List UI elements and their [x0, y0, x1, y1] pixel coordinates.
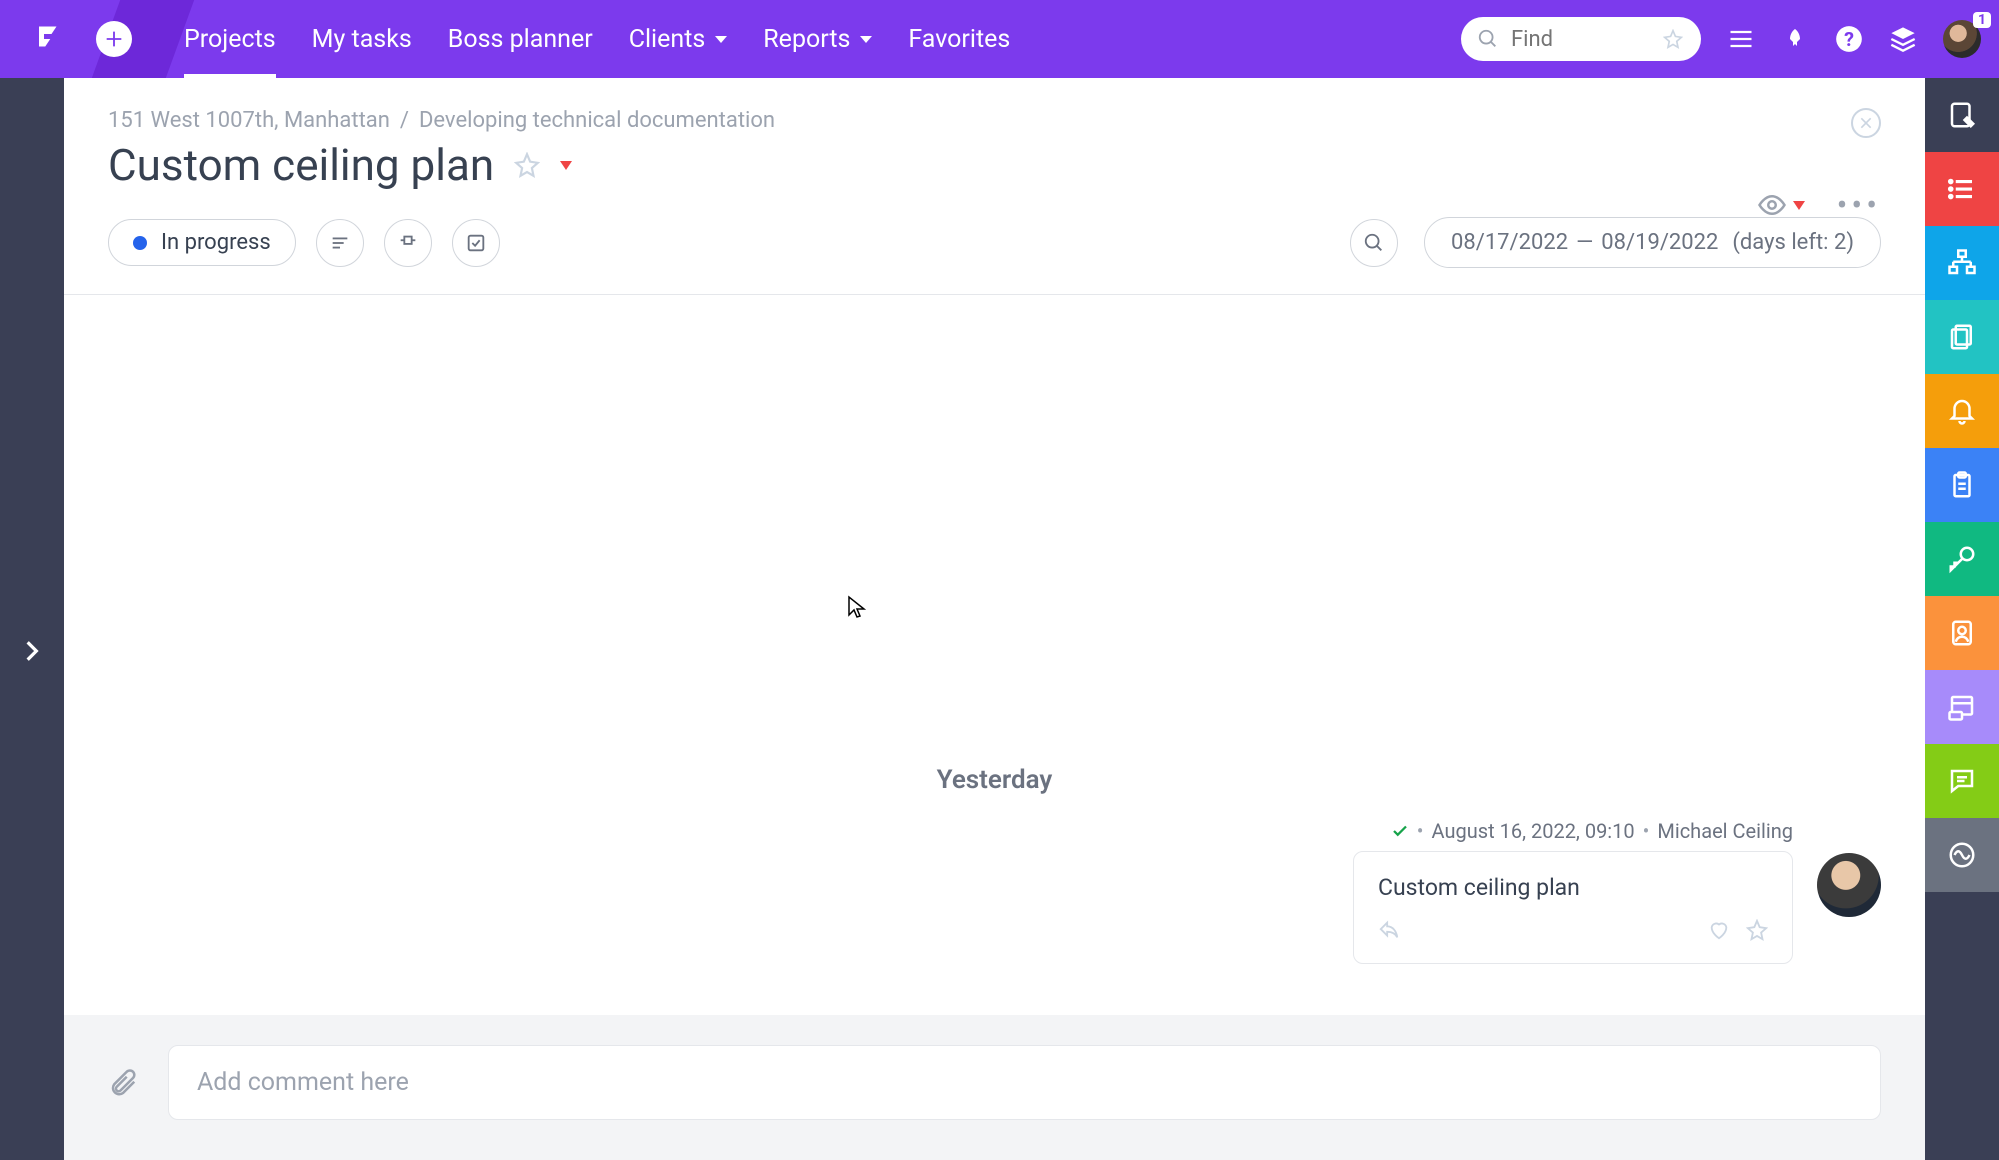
task-header: 151 West 1007th, Manhattan / Developing …	[64, 78, 1925, 191]
nav-right: ? 1	[1461, 17, 1981, 61]
chevron-down-icon	[715, 36, 727, 43]
nav-items: Projects My tasks Boss planner Clients R…	[184, 0, 1010, 78]
search-in-task-button[interactable]	[1350, 219, 1398, 267]
top-nav: Projects My tasks Boss planner Clients R…	[0, 0, 1999, 78]
end-date: 08/19/2022	[1601, 230, 1718, 255]
days-left: (days left: 2)	[1732, 230, 1854, 255]
menu-icon[interactable]	[1727, 25, 1755, 53]
layers-icon[interactable]	[1889, 25, 1917, 53]
message-row: • August 16, 2022, 09:10 • Michael Ceili…	[64, 795, 1925, 964]
date-sep: —	[1576, 230, 1593, 255]
start-date: 08/17/2022	[1451, 230, 1568, 255]
task-toolbar: In progress 08/17/2022 — 08/19/2022 (da	[64, 191, 1925, 295]
rail-clipboard[interactable]	[1925, 448, 1999, 522]
rail-chat[interactable]	[1925, 744, 1999, 818]
rail-edit-note[interactable]	[1925, 78, 1999, 152]
nav-clients[interactable]: Clients	[629, 0, 728, 78]
nav-my-tasks[interactable]: My tasks	[312, 0, 412, 78]
checklist-button[interactable]	[452, 219, 500, 267]
nav-label: My tasks	[312, 25, 412, 54]
feed-day-label: Yesterday	[64, 765, 1925, 795]
attach-icon[interactable]	[108, 1068, 138, 1098]
search-icon	[1477, 28, 1499, 50]
cursor-icon	[846, 595, 866, 619]
status-pill[interactable]: In progress	[108, 219, 296, 266]
check-icon	[1391, 822, 1409, 840]
user-avatar[interactable]: 1	[1943, 20, 1981, 58]
breadcrumb-project[interactable]: 151 West 1007th, Manhattan	[108, 108, 390, 133]
right-rail	[1925, 78, 1999, 1160]
status-label: In progress	[161, 230, 271, 255]
nav-boss-planner[interactable]: Boss planner	[448, 0, 593, 78]
rail-window[interactable]	[1925, 670, 1999, 744]
nav-label: Projects	[184, 25, 276, 54]
nav-label: Favorites	[908, 25, 1010, 54]
status-dot	[133, 236, 147, 250]
add-button[interactable]	[96, 21, 132, 57]
nav-label: Reports	[763, 25, 850, 54]
star-icon[interactable]	[1663, 29, 1683, 49]
rail-contact[interactable]	[1925, 596, 1999, 670]
breadcrumb: 151 West 1007th, Manhattan / Developing …	[108, 108, 1881, 133]
expand-sidebar-button[interactable]	[19, 638, 45, 664]
message-meta: • August 16, 2022, 09:10 • Michael Ceili…	[1391, 819, 1793, 843]
comment-input-wrap[interactable]	[168, 1045, 1881, 1120]
star-icon[interactable]	[1746, 919, 1768, 941]
milestone-button[interactable]	[384, 219, 432, 267]
rail-list[interactable]	[1925, 152, 1999, 226]
chevron-down-icon	[860, 36, 872, 43]
nav-label: Clients	[629, 25, 706, 54]
favorite-star-icon[interactable]	[514, 152, 540, 178]
left-sidebar	[0, 78, 64, 1160]
global-search[interactable]	[1461, 17, 1701, 61]
rail-bell[interactable]	[1925, 374, 1999, 448]
message-text: Custom ceiling plan	[1378, 874, 1768, 901]
rail-files[interactable]	[1925, 300, 1999, 374]
logo-area	[18, 0, 148, 78]
nav-label: Boss planner	[448, 25, 593, 54]
activity-feed: Yesterday • August 16, 2022, 09:10 • Mic…	[64, 295, 1925, 1015]
search-input[interactable]	[1511, 27, 1651, 52]
message-bubble[interactable]: Custom ceiling plan	[1353, 851, 1793, 964]
rail-org-chart[interactable]	[1925, 226, 1999, 300]
notification-badge: 1	[1973, 12, 1991, 28]
close-button[interactable]	[1851, 108, 1881, 138]
app-logo[interactable]	[32, 22, 66, 56]
description-button[interactable]	[316, 219, 364, 267]
rail-key[interactable]	[1925, 522, 1999, 596]
task-panel: 151 West 1007th, Manhattan / Developing …	[64, 78, 1925, 1160]
author-avatar[interactable]	[1817, 853, 1881, 917]
nav-reports[interactable]: Reports	[763, 0, 872, 78]
message-author: Michael Ceiling	[1657, 819, 1793, 843]
nav-favorites[interactable]: Favorites	[908, 0, 1010, 78]
heart-icon[interactable]	[1708, 919, 1730, 941]
task-title[interactable]: Custom ceiling plan	[108, 139, 494, 191]
message-timestamp: August 16, 2022, 09:10	[1432, 819, 1635, 843]
comment-input[interactable]	[197, 1068, 1852, 1097]
breadcrumb-sep: /	[400, 108, 409, 133]
rail-activity[interactable]	[1925, 818, 1999, 892]
reply-icon[interactable]	[1378, 919, 1400, 941]
rocket-icon[interactable]	[1781, 25, 1809, 53]
nav-projects[interactable]: Projects	[184, 0, 276, 78]
priority-dropdown-icon[interactable]	[560, 161, 572, 170]
date-range-pill[interactable]: 08/17/2022 — 08/19/2022 (days left: 2)	[1424, 217, 1881, 268]
svg-text:?: ?	[1844, 28, 1854, 51]
breadcrumb-section[interactable]: Developing technical documentation	[419, 108, 775, 133]
comment-bar	[64, 1015, 1925, 1160]
help-icon[interactable]: ?	[1835, 25, 1863, 53]
